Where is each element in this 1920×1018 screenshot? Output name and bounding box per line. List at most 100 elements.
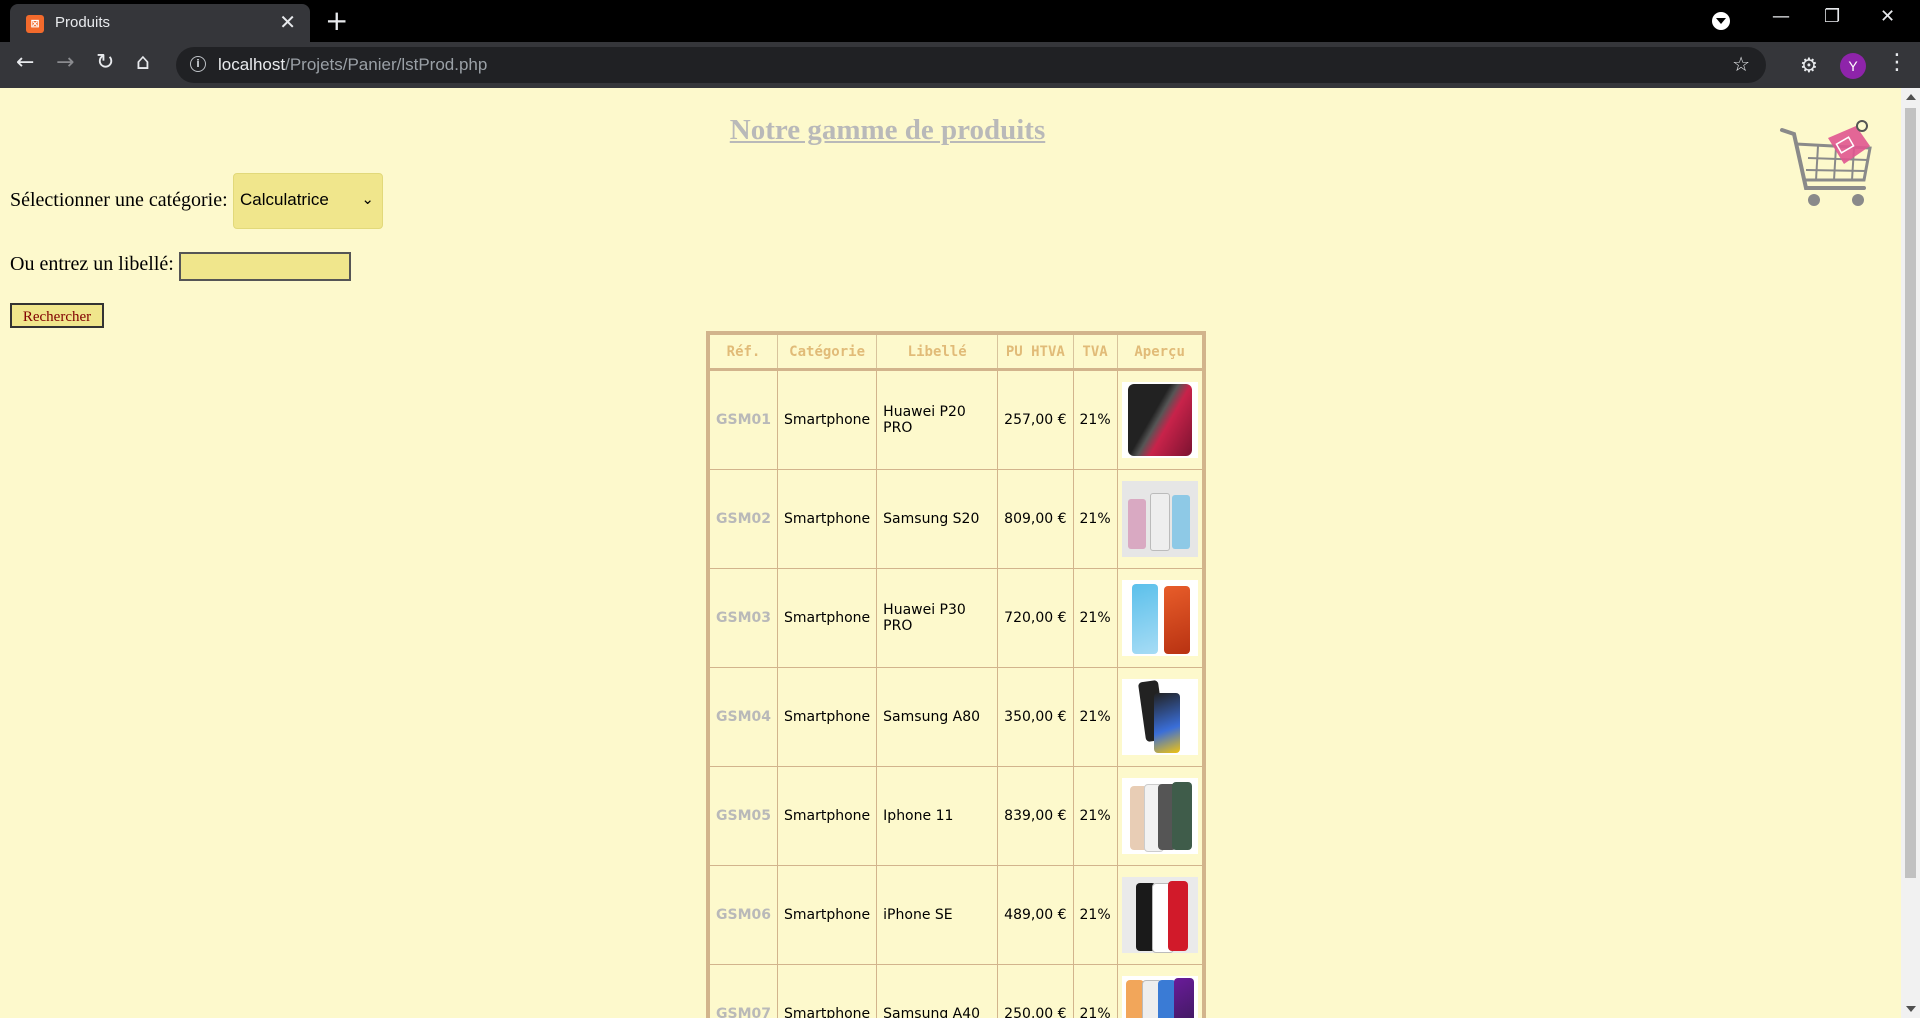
- cell-label: Samsung A40: [876, 964, 999, 1018]
- cell-label: Samsung A80: [876, 667, 999, 767]
- forward-icon[interactable]: →: [56, 50, 74, 75]
- cell-vat: 21%: [1072, 568, 1118, 668]
- cell-category: Smartphone: [776, 766, 878, 866]
- cell-preview: [1116, 766, 1205, 866]
- cell-price: 839,00 €: [997, 766, 1074, 866]
- product-image[interactable]: [1121, 976, 1198, 1018]
- cell-label: Samsung S20: [876, 469, 999, 569]
- tab-title: Produits: [55, 14, 111, 31]
- cell-label: Iphone 11: [876, 766, 999, 866]
- cell-vat: 21%: [1072, 766, 1118, 866]
- cell-category: Smartphone: [776, 667, 878, 767]
- cell-category: Smartphone: [776, 964, 878, 1018]
- header-ref: Réf.: [707, 332, 778, 371]
- tab-search-icon[interactable]: [1712, 12, 1730, 30]
- cell-ref: GSM05: [707, 766, 778, 866]
- window-close-icon[interactable]: ✕: [1880, 6, 1895, 27]
- cell-label: Huawei P20 PRO: [876, 369, 999, 470]
- minimize-icon[interactable]: —: [1772, 6, 1790, 27]
- new-tab-icon[interactable]: +: [325, 4, 348, 37]
- page-content: Notre gamme de produits Sélectionner une…: [0, 88, 1901, 1018]
- products-table: Réf. Catégorie Libellé PU HTVA TVA Aperç…: [706, 331, 1206, 1018]
- cell-category: Smartphone: [776, 568, 878, 668]
- close-icon[interactable]: ✕: [279, 10, 296, 34]
- table-header-row: Réf. Catégorie Libellé PU HTVA TVA Aperç…: [707, 332, 1205, 371]
- home-icon[interactable]: ⌂: [136, 50, 150, 75]
- avatar[interactable]: Y: [1840, 53, 1866, 79]
- scroll-thumb[interactable]: [1905, 108, 1916, 878]
- product-image[interactable]: [1121, 382, 1198, 458]
- cell-price: 350,00 €: [997, 667, 1074, 767]
- table-row: GSM07 Smartphone Samsung A40 250,00 € 21…: [707, 964, 1205, 1018]
- cell-vat: 21%: [1072, 469, 1118, 569]
- cell-preview: [1116, 865, 1205, 965]
- address-bar[interactable]: i localhost/Projets/Panier/lstProd.php ☆: [176, 47, 1766, 83]
- extensions-icon[interactable]: ⚙: [1800, 53, 1818, 77]
- category-select[interactable]: Calculatrice ⌄: [233, 173, 383, 229]
- cell-preview: [1116, 964, 1205, 1018]
- cell-vat: 21%: [1072, 964, 1118, 1018]
- table-row: GSM04 Smartphone Samsung A80 350,00 € 21…: [707, 667, 1205, 767]
- label-label: Ou entrez un libellé:: [10, 253, 174, 275]
- cell-label: Huawei P30 PRO: [876, 568, 999, 668]
- cell-category: Smartphone: [776, 469, 878, 569]
- cell-price: 720,00 €: [997, 568, 1074, 668]
- cell-ref: GSM04: [707, 667, 778, 767]
- cart-icon[interactable]: [1778, 118, 1874, 228]
- table-row: GSM03 Smartphone Huawei P30 PRO 720,00 €…: [707, 568, 1205, 668]
- scroll-down-icon[interactable]: [1906, 1006, 1916, 1012]
- header-vat: TVA: [1072, 332, 1118, 371]
- header-price: PU HTVA: [997, 332, 1074, 371]
- xampp-icon: ⊠: [26, 15, 44, 33]
- info-icon[interactable]: i: [190, 56, 206, 72]
- search-button[interactable]: Rechercher: [10, 303, 104, 328]
- cell-ref: GSM06: [707, 865, 778, 965]
- cell-preview: [1116, 369, 1205, 470]
- cell-price: 489,00 €: [997, 865, 1074, 965]
- cell-price: 257,00 €: [997, 369, 1074, 470]
- cell-price: 809,00 €: [997, 469, 1074, 569]
- restore-icon[interactable]: ❐: [1824, 6, 1840, 27]
- cell-preview: [1116, 667, 1205, 767]
- cell-ref: GSM01: [707, 369, 778, 470]
- label-input[interactable]: [179, 252, 351, 281]
- cell-preview: [1116, 568, 1205, 668]
- category-label: Sélectionner une catégorie:: [10, 189, 228, 211]
- product-image[interactable]: [1121, 778, 1198, 854]
- table-row: GSM01 Smartphone Huawei P20 PRO 257,00 €…: [707, 369, 1205, 470]
- category-selected-value: Calculatrice: [240, 190, 329, 209]
- bookmark-star-icon[interactable]: ☆: [1732, 52, 1750, 76]
- header-preview: Aperçu: [1116, 332, 1205, 371]
- cell-vat: 21%: [1072, 667, 1118, 767]
- chevron-down-icon: ⌄: [361, 190, 374, 208]
- cell-vat: 21%: [1072, 865, 1118, 965]
- cell-preview: [1116, 469, 1205, 569]
- product-image[interactable]: [1121, 481, 1198, 557]
- header-label: Libellé: [876, 332, 999, 371]
- product-image[interactable]: [1121, 877, 1198, 953]
- page-title: Notre gamme de produits: [729, 114, 1046, 146]
- cell-price: 250,00 €: [997, 964, 1074, 1018]
- cell-vat: 21%: [1072, 369, 1118, 470]
- cell-ref: GSM02: [707, 469, 778, 569]
- table-row: GSM02 Smartphone Samsung S20 809,00 € 21…: [707, 469, 1205, 569]
- scroll-up-icon[interactable]: [1906, 94, 1916, 100]
- cell-label: iPhone SE: [876, 865, 999, 965]
- product-image[interactable]: [1121, 580, 1198, 656]
- vertical-scrollbar[interactable]: [1901, 88, 1920, 1018]
- header-category: Catégorie: [776, 332, 878, 371]
- url-text[interactable]: localhost/Projets/Panier/lstProd.php: [218, 55, 487, 75]
- browser-toolbar: ← → ↻ ⌂ i localhost/Projets/Panier/lstPr…: [0, 42, 1920, 88]
- tab-strip: ⊠ Produits ✕ + — ❐ ✕: [0, 0, 1920, 42]
- product-image[interactable]: [1121, 679, 1198, 755]
- menu-icon[interactable]: ⋮: [1886, 50, 1908, 75]
- cell-ref: GSM03: [707, 568, 778, 668]
- back-icon[interactable]: ←: [16, 50, 34, 75]
- reload-icon[interactable]: ↻: [96, 50, 114, 75]
- table-row: GSM06 Smartphone iPhone SE 489,00 € 21%: [707, 865, 1205, 965]
- table-row: GSM05 Smartphone Iphone 11 839,00 € 21%: [707, 766, 1205, 866]
- cell-category: Smartphone: [776, 369, 878, 470]
- browser-tab[interactable]: ⊠ Produits ✕: [10, 4, 310, 42]
- cell-ref: GSM07: [707, 964, 778, 1018]
- cell-category: Smartphone: [776, 865, 878, 965]
